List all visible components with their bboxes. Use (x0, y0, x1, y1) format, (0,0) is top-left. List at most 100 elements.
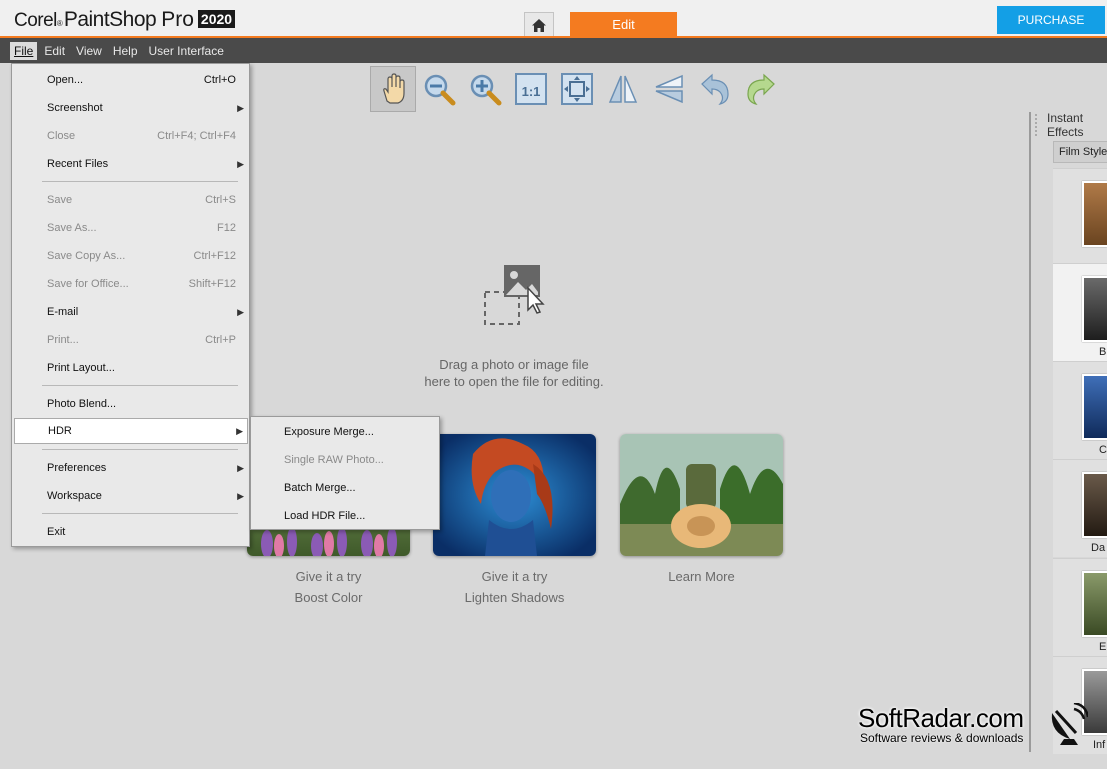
menu-batch-merge[interactable]: Batch Merge... (253, 475, 438, 501)
zoom-out-button[interactable] (416, 66, 462, 112)
boost-color-line1: Give it a try (295, 569, 362, 584)
lighten-shadows-line1: Give it a try (481, 569, 548, 584)
menu-edit[interactable]: Edit (40, 42, 69, 60)
menu-separator (42, 513, 238, 514)
view-toolbar: 1:1 (370, 66, 784, 112)
boost-color-line2[interactable]: Boost Color (247, 587, 410, 608)
fit-to-window-icon (561, 73, 593, 105)
menu-photo-blend[interactable]: Photo Blend... (14, 391, 248, 417)
submenu-arrow-icon: ▶ (237, 462, 244, 473)
menu-exit[interactable]: Exit (14, 519, 248, 545)
home-tab[interactable] (524, 12, 554, 37)
app-logo: Corel ® PaintShop Pro 2020 (14, 8, 236, 32)
brand-year: 2020 (197, 10, 236, 28)
submenu-arrow-icon: ▶ (237, 158, 244, 169)
effect-thumb[interactable]: E (1053, 558, 1107, 656)
title-bar: Corel ® PaintShop Pro 2020 Edit PURCHASE (0, 0, 1107, 37)
satellite-dish-icon (1051, 703, 1088, 745)
drop-hint-line2: here to open the file for editing. (424, 374, 604, 389)
effect-thumb[interactable]: B (1053, 263, 1107, 361)
menu-preferences[interactable]: Preferences ▶ (14, 455, 248, 481)
purchase-button[interactable]: PURCHASE (997, 6, 1105, 34)
effect-thumb[interactable]: C (1053, 361, 1107, 459)
effect-label: E (1099, 641, 1107, 653)
menu-file[interactable]: File (10, 41, 38, 60)
menu-print-layout[interactable]: Print Layout... (14, 355, 248, 381)
edit-tab[interactable]: Edit (570, 12, 677, 37)
menu-bar: File Edit View Help User Interface (0, 38, 1107, 63)
menu-print-shortcut: Ctrl+P (205, 334, 236, 346)
zoom-out-icon (424, 74, 456, 106)
undo-button[interactable] (692, 66, 738, 112)
zoom-in-icon (470, 74, 502, 106)
menu-screenshot-label: Screenshot (47, 102, 103, 114)
menu-workspace[interactable]: Workspace ▶ (14, 483, 248, 509)
brand-pro: Pro (161, 8, 194, 31)
menu-separator (42, 181, 238, 182)
menu-single-raw-photo[interactable]: Single RAW Photo... (253, 447, 438, 473)
effects-category-dropdown[interactable]: Film Styles (1053, 141, 1107, 163)
brand-paintshop: PaintShop (63, 8, 157, 31)
menu-print[interactable]: Print... Ctrl+P (14, 327, 248, 353)
menu-save-for-office-shortcut: Shift+F12 (188, 278, 236, 290)
submenu-arrow-icon: ▶ (236, 425, 243, 436)
menu-user-interface[interactable]: User Interface (145, 42, 228, 60)
menu-save-copy-as-label: Save Copy As... (47, 250, 126, 262)
menu-close[interactable]: Close Ctrl+F4; Ctrl+F4 (14, 123, 248, 149)
zoom-in-button[interactable] (462, 66, 508, 112)
menu-close-label: Close (47, 130, 76, 142)
softradar-watermark: SoftRadar.com Software reviews & downloa… (858, 703, 1098, 749)
menu-hdr[interactable]: HDR ▶ (14, 418, 248, 444)
menu-load-hdr-file[interactable]: Load HDR File... (253, 503, 438, 529)
menu-separator (42, 385, 238, 386)
menu-save-as[interactable]: Save As... F12 (14, 215, 248, 241)
effect-preview (1082, 276, 1107, 342)
actual-size-icon: 1:1 (515, 73, 547, 105)
fit-to-window-button[interactable] (554, 66, 600, 112)
menu-save-copy-as[interactable]: Save Copy As... Ctrl+F12 (14, 243, 248, 269)
menu-open-shortcut: Ctrl+O (203, 74, 236, 86)
pan-tool-button[interactable] (370, 66, 416, 112)
menu-file-label: File (14, 43, 34, 58)
effect-preview (1082, 571, 1107, 637)
menu-exit-label: Exit (47, 526, 66, 538)
drop-image-icon (482, 262, 548, 331)
menu-save[interactable]: Save Ctrl+S (14, 187, 248, 213)
menu-view[interactable]: View (72, 42, 106, 60)
mirror-button[interactable] (646, 66, 692, 112)
learn-more-link[interactable]: Learn More (620, 566, 783, 587)
menu-help[interactable]: Help (109, 42, 142, 60)
mirror-icon (655, 74, 683, 104)
watermark-subtitle: Software reviews & downloads (860, 731, 1024, 745)
lighten-shadows-card[interactable] (433, 434, 596, 556)
svg-text:1:1: 1:1 (522, 84, 541, 99)
menu-photo-blend-label: Photo Blend... (47, 398, 117, 410)
menu-recent-files[interactable]: Recent Files ▶ (14, 151, 248, 177)
redo-button[interactable] (738, 66, 784, 112)
lighten-shadows-caption: Give it a try Lighten Shadows (433, 566, 596, 608)
lighten-shadows-line2[interactable]: Lighten Shadows (433, 587, 596, 608)
menu-print-layout-label: Print Layout... (47, 362, 115, 374)
effect-preview (1082, 374, 1107, 440)
actual-size-button[interactable]: 1:1 (508, 66, 554, 112)
menu-screenshot[interactable]: Screenshot ▶ (14, 95, 248, 121)
flip-button[interactable] (600, 66, 646, 112)
menu-save-for-office[interactable]: Save for Office... Shift+F12 (14, 271, 248, 297)
menu-save-for-office-label: Save for Office... (47, 278, 129, 290)
file-menu: Open... Ctrl+O Screenshot ▶ Close Ctrl+F4; … (11, 63, 250, 547)
menu-open[interactable]: Open... Ctrl+O (14, 67, 248, 93)
menu-exposure-merge[interactable]: Exposure Merge... (253, 419, 438, 445)
redo-icon (747, 73, 775, 106)
hdr-submenu: Exposure Merge... Single RAW Photo... Ba… (250, 416, 440, 530)
submenu-arrow-icon: ▶ (237, 490, 244, 501)
effect-thumb[interactable] (1053, 168, 1107, 266)
panel-divider[interactable] (1029, 112, 1031, 752)
submenu-arrow-icon: ▶ (237, 102, 244, 113)
learn-more-card[interactable] (620, 434, 783, 556)
effect-thumb[interactable]: Da (1053, 459, 1107, 557)
submenu-arrow-icon: ▶ (237, 306, 244, 317)
menu-save-copy-as-shortcut: Ctrl+F12 (193, 250, 237, 262)
menu-separator (42, 449, 238, 450)
menu-email[interactable]: E-mail ▶ (14, 299, 248, 325)
watermark-title: SoftRadar.com (858, 703, 1024, 733)
